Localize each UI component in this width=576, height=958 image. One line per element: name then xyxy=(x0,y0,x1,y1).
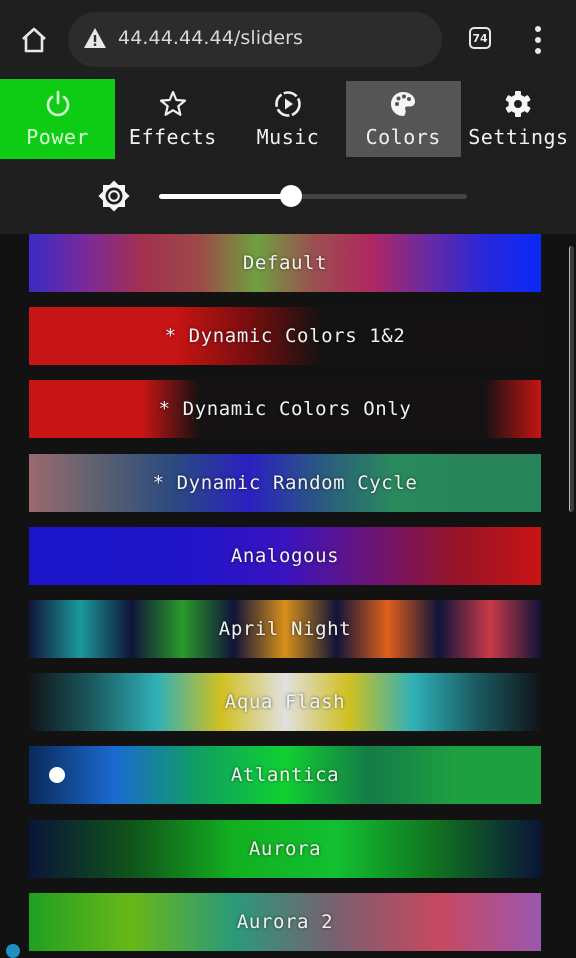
palette-item[interactable]: Aurora xyxy=(29,819,541,878)
selected-indicator xyxy=(49,767,65,784)
palette-label: April Night xyxy=(218,618,352,640)
palette-item[interactable]: * Dynamic Colors Only xyxy=(29,380,541,439)
tab-label: Power xyxy=(26,125,89,149)
palette-label: Aurora xyxy=(248,837,322,860)
scrollbar[interactable] xyxy=(569,246,574,512)
brightness-slider-fill xyxy=(159,194,292,199)
brightness-slider[interactable] xyxy=(159,185,467,207)
palette-label: Analogous xyxy=(230,544,340,567)
palette-label: * Dynamic Random Cycle xyxy=(152,471,418,494)
tab-switcher-button[interactable]: 74 xyxy=(469,27,491,49)
tab-music[interactable]: Music xyxy=(230,79,345,159)
palette-icon xyxy=(391,92,416,116)
browser-toolbar: 44.44.44.44/sliders 74 xyxy=(0,0,576,79)
power-icon xyxy=(46,90,69,117)
palette-label: Default xyxy=(242,252,328,274)
palette-item[interactable]: Aurora 2 xyxy=(29,892,541,951)
palette-label: * Dynamic Colors 1&2 xyxy=(164,325,406,348)
palette-label: * Dynamic Colors Only xyxy=(158,398,412,421)
palette-item[interactable]: April Night xyxy=(29,600,541,658)
palette-item[interactable]: Analogous xyxy=(29,526,541,585)
gear-icon xyxy=(506,91,531,117)
palette-list[interactable]: Default * Dynamic Colors 1&2 * Dynamic Col… xyxy=(0,234,576,958)
warning-triangle-icon xyxy=(84,28,106,48)
tab-label: Settings xyxy=(468,125,569,149)
play-circle-icon xyxy=(275,91,301,117)
edge-indicator xyxy=(6,944,20,958)
address-bar[interactable]: 44.44.44.44/sliders xyxy=(68,12,442,67)
url-text: 44.44.44.44/sliders xyxy=(118,27,304,49)
tab-label: Colors xyxy=(365,125,441,149)
home-icon xyxy=(22,27,46,53)
star-icon xyxy=(159,90,186,116)
palette-item[interactable]: Aqua Flash xyxy=(29,673,541,732)
brightness-control xyxy=(0,159,576,234)
main-nav: Power Effects Music Colors Settings xyxy=(0,79,576,159)
palette-label: Aurora 2 xyxy=(236,910,334,933)
home-button[interactable] xyxy=(18,24,50,56)
tab-label: Music xyxy=(256,125,320,149)
more-vert-icon[interactable] xyxy=(528,26,548,54)
brightness-icon xyxy=(98,180,130,212)
palette-label: Aqua Flash xyxy=(224,691,346,714)
tab-colors[interactable]: Colors xyxy=(345,81,461,157)
brightness-slider-thumb[interactable] xyxy=(280,185,303,207)
palette-item[interactable]: * Dynamic Colors 1&2 xyxy=(29,307,541,366)
palette-item[interactable]: Default xyxy=(29,234,541,292)
palette-item[interactable]: Atlantica xyxy=(29,746,541,805)
tab-power[interactable]: Power xyxy=(0,79,116,159)
palette-item[interactable]: * Dynamic Random Cycle xyxy=(29,453,541,512)
tab-settings[interactable]: Settings xyxy=(461,79,576,159)
tab-label: Effects xyxy=(128,125,217,149)
palette-label: Atlantica xyxy=(230,764,340,787)
tab-effects[interactable]: Effects xyxy=(115,79,230,159)
